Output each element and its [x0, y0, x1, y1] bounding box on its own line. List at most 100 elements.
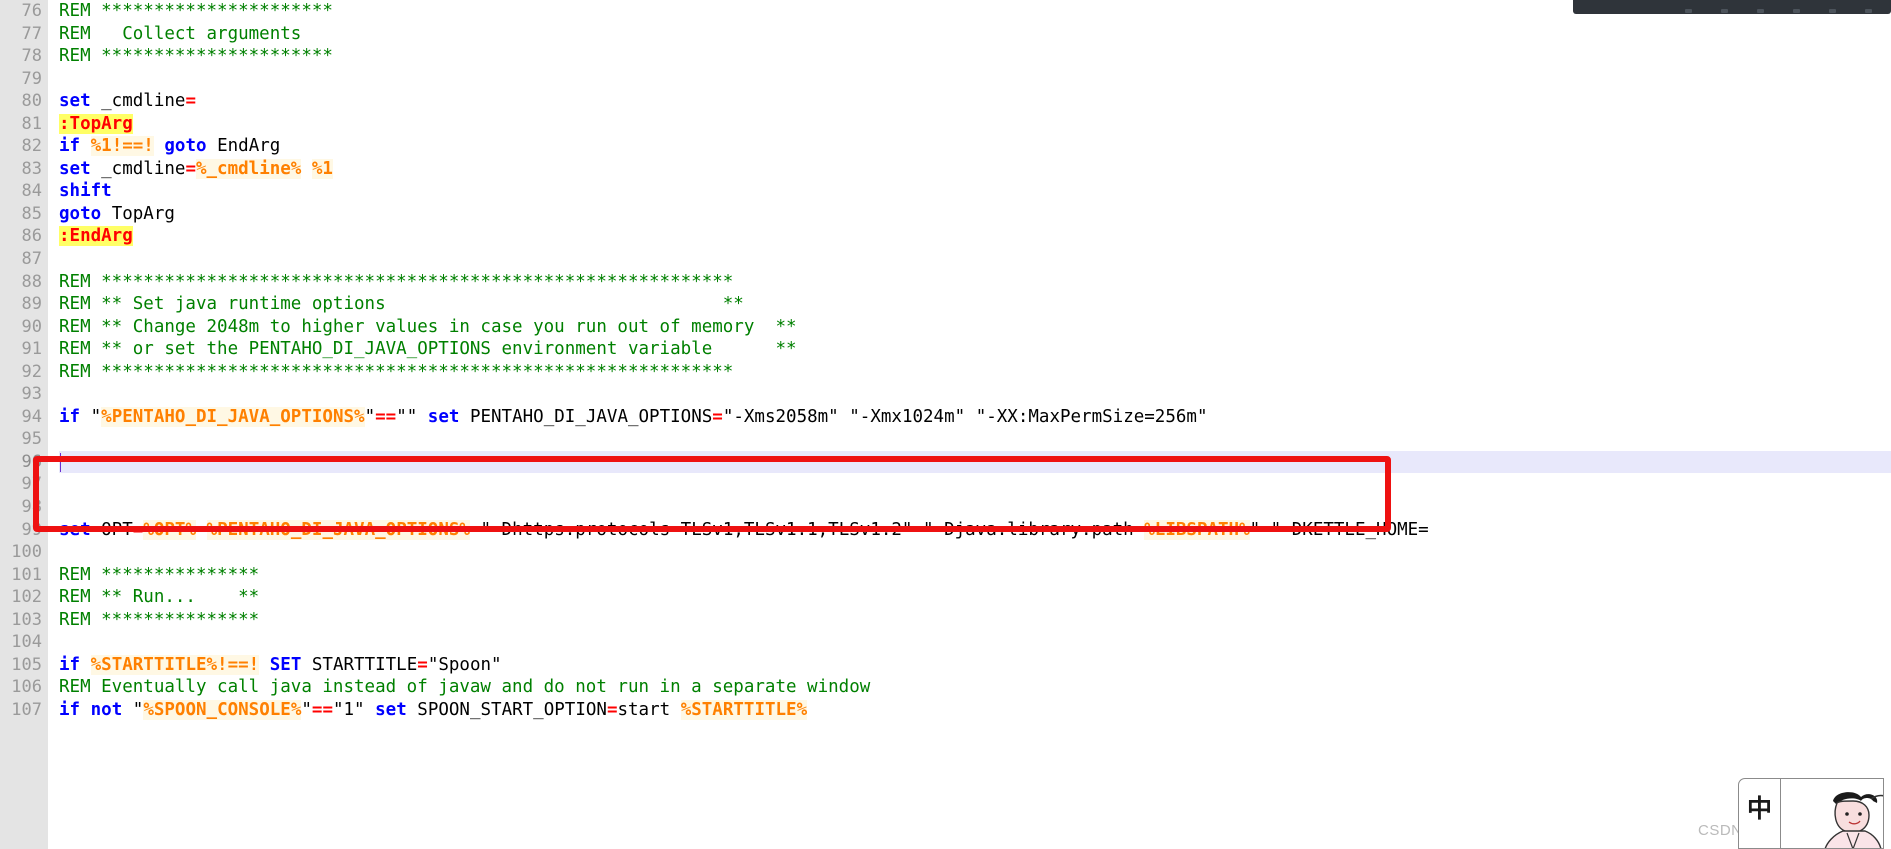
code-token: "	[364, 406, 376, 427]
code-line[interactable]: 85 goto TopArg	[0, 203, 1891, 226]
line-number: 102	[11, 587, 42, 608]
code-token: :TopArg	[59, 113, 133, 134]
line-number: 87	[21, 249, 42, 270]
code-token: "-Dhttps.protocols=TLSv1,TLSv1.1,TLSv1.2…	[469, 519, 1145, 540]
code-token: =	[185, 158, 196, 179]
code-editor[interactable]: 76 REM ********************** 77 REM Collec…	[0, 0, 1891, 849]
code-token: "1"	[332, 699, 376, 720]
code-line-text: :TopArg	[59, 113, 133, 136]
code-token: REM ** or set the PENTAHO_DI_JAVA_OPTION…	[59, 339, 797, 360]
code-line[interactable]: 101 REM ***************	[0, 564, 1891, 587]
code-line[interactable]: 103 REM ***************	[0, 609, 1891, 632]
line-number: 81	[21, 113, 42, 134]
code-token: "	[80, 406, 102, 427]
code-line-text: REM ** or set the PENTAHO_DI_JAVA_OPTION…	[59, 338, 797, 361]
code-line[interactable]: 82 if %1!==! goto EndArg	[0, 135, 1891, 158]
code-line[interactable]: 104	[0, 631, 1891, 654]
line-number: 92	[21, 361, 42, 382]
line-number: 98	[21, 497, 42, 518]
line-number: 105	[11, 654, 42, 675]
code-line-text: if "%PENTAHO_DI_JAVA_OPTIONS%"=="" set P…	[59, 406, 1207, 429]
code-token: %STARTTITLE%	[680, 699, 808, 720]
code-line[interactable]: 94 if "%PENTAHO_DI_JAVA_OPTIONS%"=="" set…	[0, 406, 1891, 429]
line-number: 86	[21, 226, 42, 247]
code-line-text: REM ** Change 2048m to higher values in …	[59, 316, 797, 339]
code-token: REM Collect arguments	[59, 23, 302, 44]
code-token: PENTAHO_DI_JAVA_OPTIONS	[459, 406, 713, 427]
code-line-text: if not "%SPOON_CONSOLE%"=="1" set SPOON_…	[59, 699, 808, 722]
code-token: " "-DKETTLE_HOME=	[1249, 519, 1429, 540]
code-line-text: REM Collect arguments	[59, 23, 301, 46]
code-token: if	[59, 406, 81, 427]
code-line[interactable]: 93	[0, 383, 1891, 406]
code-line[interactable]: 105 if %STARTTITLE%!==! SET STARTTITLE="S…	[0, 654, 1891, 677]
code-line[interactable]: 91 REM ** or set the PENTAHO_DI_JAVA_OPTI…	[0, 338, 1891, 361]
ime-indicator[interactable]: 中	[1738, 778, 1884, 849]
code-token: OPT	[90, 519, 133, 540]
code-line[interactable]: 102 REM ** Run... **	[0, 586, 1891, 609]
line-number: 89	[21, 294, 42, 315]
code-line[interactable]: 107 if not "%SPOON_CONSOLE%"=="1" set SPO…	[0, 699, 1891, 722]
code-token: =	[417, 654, 428, 675]
code-line[interactable]: 77 REM Collect arguments	[0, 23, 1891, 46]
code-line[interactable]: 100	[0, 541, 1891, 564]
code-token: set	[375, 699, 407, 720]
code-line[interactable]: 83 set _cmdline=%_cmdline% %1	[0, 158, 1891, 181]
code-line[interactable]: 81 :TopArg	[0, 113, 1891, 136]
code-token: %1	[311, 158, 333, 179]
code-token: goto	[164, 136, 207, 157]
code-line[interactable]: 89 REM ** Set java runtime options **	[0, 293, 1891, 316]
code-token: REM ** Change 2048m to higher values in …	[59, 316, 797, 337]
code-line[interactable]: 98	[0, 496, 1891, 519]
code-token: REM Eventually call java instead of java…	[59, 677, 871, 698]
code-token: ==	[311, 699, 333, 720]
code-token: =	[132, 519, 144, 540]
code-token: %SPOON_CONSOLE%	[143, 699, 302, 720]
line-number: 93	[21, 384, 42, 405]
ime-mode-label[interactable]: 中	[1738, 778, 1780, 849]
code-line-text: REM **********************	[59, 45, 333, 68]
code-token: "	[122, 699, 144, 720]
code-token: REM ***************	[59, 564, 260, 585]
code-line[interactable]: 78 REM **********************	[0, 45, 1891, 68]
code-token: _cmdline	[90, 158, 186, 179]
code-line-text: goto TopArg	[59, 203, 175, 226]
code-line[interactable]: 95	[0, 428, 1891, 451]
code-line[interactable]: 106 REM Eventually call java instead of j…	[0, 676, 1891, 699]
code-line[interactable]: 79	[0, 68, 1891, 91]
code-line[interactable]: 86 :EndArg	[0, 225, 1891, 248]
code-token: set	[59, 91, 91, 112]
code-token: STARTTITLE	[301, 654, 418, 675]
code-line[interactable]: 97	[0, 473, 1891, 496]
line-number: 79	[21, 68, 42, 89]
code-token: =	[185, 91, 196, 112]
code-line-text: set OPT=%OPT% %PENTAHO_DI_JAVA_OPTIONS% …	[59, 519, 1429, 542]
code-line[interactable]: 88 REM **********************************…	[0, 271, 1891, 294]
line-number: 84	[21, 181, 42, 202]
line-number: 90	[21, 316, 42, 337]
code-line[interactable]: 84 shift	[0, 180, 1891, 203]
toolbar-strip[interactable]	[1573, 0, 1891, 14]
code-token: if	[59, 136, 81, 157]
code-token: %STARTTITLE%!==!	[90, 654, 260, 675]
ime-panel[interactable]	[1780, 778, 1884, 849]
code-line[interactable]: 87	[0, 248, 1891, 271]
code-line[interactable]: 96	[0, 450, 1891, 474]
code-line[interactable]: 99 set OPT=%OPT% %PENTAHO_DI_JAVA_OPTIONS…	[0, 519, 1891, 542]
code-token: %_cmdline%	[195, 158, 302, 179]
code-line-text: if %STARTTITLE%!==! SET STARTTITLE="Spoo…	[59, 654, 502, 677]
code-token: "-Xms2058m" "-Xmx1024m" "-XX:MaxPermSize…	[722, 406, 1208, 427]
code-token: set	[427, 406, 460, 427]
code-line-text: REM ** Set java runtime options **	[59, 293, 744, 316]
code-line[interactable]: 90 REM ** Change 2048m to higher values i…	[0, 316, 1891, 339]
code-token: start	[617, 699, 681, 720]
code-token: ==	[375, 406, 397, 427]
code-text-area[interactable]: 76 REM ********************** 77 REM Collec…	[0, 0, 1891, 849]
code-line[interactable]: 80 set _cmdline=	[0, 90, 1891, 113]
code-line-text: :EndArg	[59, 225, 133, 248]
line-number: 82	[21, 136, 42, 157]
code-line[interactable]: 92 REM **********************************…	[0, 361, 1891, 384]
